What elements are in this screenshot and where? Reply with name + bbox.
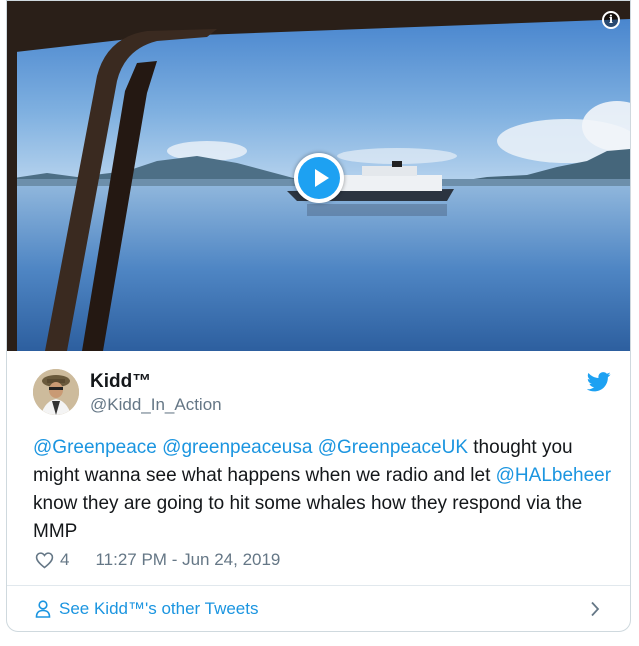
chevron-right-icon (591, 601, 600, 617)
see-other-tweets-label: See Kidd™'s other Tweets (59, 599, 259, 618)
embedded-tweet-card: i Kidd™ @Kidd_In_Action @Greenpeace @gre… (6, 0, 631, 632)
timestamp[interactable]: 11:27 PM - Jun 24, 2019 (95, 550, 280, 570)
avatar[interactable] (33, 369, 79, 415)
mention-greenpeaceusa[interactable]: @greenpeaceusa (162, 437, 312, 458)
video-media[interactable]: i (7, 1, 630, 351)
tweet-text: @Greenpeace @greenpeaceusa @GreenpeaceUK… (33, 434, 613, 546)
author-handle[interactable]: @Kidd_In_Action (90, 395, 222, 415)
tweet-text-part-2: know they are going to hit some whales h… (33, 493, 583, 542)
author-name[interactable]: Kidd™ (90, 371, 151, 393)
play-triangle (315, 169, 329, 187)
tweet-meta: 4 11:27 PM - Jun 24, 2019 (35, 550, 280, 570)
mention-greenpeaceuk[interactable]: @GreenpeaceUK (318, 437, 468, 458)
info-icon[interactable]: i (602, 11, 620, 29)
person-icon (35, 600, 51, 618)
like-count[interactable]: 4 (60, 550, 69, 570)
mention-greenpeace[interactable]: @Greenpeace (33, 437, 157, 458)
heart-icon[interactable] (35, 551, 54, 569)
play-button[interactable] (294, 153, 344, 203)
mention-halbeheer[interactable]: @HALbeheer (496, 465, 611, 486)
play-icon (298, 157, 340, 199)
twitter-bird-icon[interactable] (587, 372, 611, 392)
see-other-tweets-link[interactable]: See Kidd™'s other Tweets (7, 586, 630, 631)
avatar-image (33, 369, 79, 415)
